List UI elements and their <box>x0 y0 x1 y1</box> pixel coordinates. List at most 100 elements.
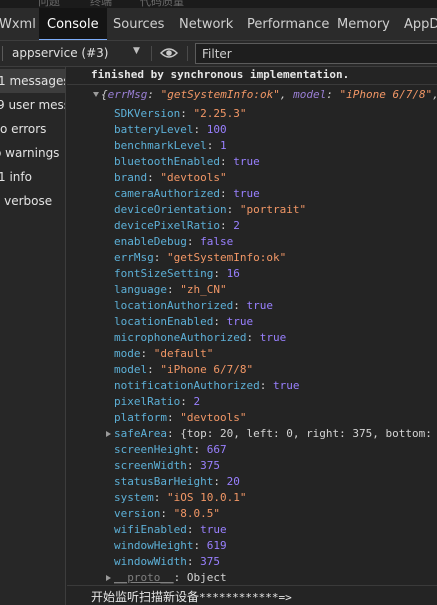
summary-key: model <box>293 88 327 101</box>
tab-network[interactable]: Network <box>179 8 233 40</box>
object-property-row: platform: "devtools" <box>114 411 247 424</box>
sidebar-item-verbose[interactable]: No verbose <box>0 189 65 213</box>
console-sidebar: 1 messages 9 user messages No errors No … <box>0 67 66 605</box>
toolbar-divider <box>187 46 188 61</box>
property-value: 375 <box>200 555 220 568</box>
property-key: screenHeight <box>114 443 194 456</box>
property-value: 20 <box>226 475 240 488</box>
property-value: true <box>246 299 273 312</box>
property-value: "zh_CN" <box>180 283 227 296</box>
eye-icon[interactable] <box>159 46 179 60</box>
object-property-row: notificationAuthorized: true <box>114 379 300 392</box>
property-value: "portrait" <box>239 203 307 216</box>
summary-value: "getSystemInfo:ok" <box>160 88 280 101</box>
property-value: Object <box>186 571 227 584</box>
console-output: finished by synchronous implementation. … <box>67 67 437 605</box>
object-property-row: locationEnabled: true <box>114 315 254 328</box>
sidebar-item-label: No warnings <box>0 146 60 160</box>
property-key: fontSizeSetting <box>114 267 214 280</box>
object-summary[interactable]: {errMsg: "getSystemInfo:ok", model: "iPh… <box>101 87 437 103</box>
summary-value: "iPhone 6/7/8" <box>339 88 433 101</box>
object-property-row: windowWidth: 375 <box>114 555 220 568</box>
property-value: 100 <box>206 123 227 136</box>
property-value: "iPhone 6/7/8" <box>160 363 254 376</box>
chevron-down-icon: ▼ <box>133 46 140 56</box>
property-value: "devtools" <box>160 171 227 184</box>
property-key: benchmarkLevel <box>114 139 207 152</box>
object-property-row: locationAuthorized: true <box>114 299 273 312</box>
property-key: system <box>114 491 154 504</box>
property-key: mode <box>114 347 141 360</box>
sidebar-item-messages[interactable]: 1 messages <box>0 69 65 93</box>
object-property-row[interactable]: safeArea: {top: 20, left: 0, right: 375,… <box>106 426 432 442</box>
property-key: microphoneAuthorized <box>114 331 247 344</box>
object-property-row: microphoneAuthorized: true <box>114 331 287 344</box>
summary-comma: , <box>279 88 294 101</box>
top-strip: 问题 终端 代码质量 <box>0 0 437 8</box>
toolbar-divider <box>151 46 152 61</box>
sidebar-item-errors[interactable]: No errors <box>0 117 65 141</box>
sidebar-item-info[interactable]: 1 info <box>0 165 65 189</box>
property-value: 2 <box>233 219 240 232</box>
property-value: 1 <box>219 139 227 152</box>
summary-brace: { <box>101 88 108 101</box>
tab-sources[interactable]: Sources <box>113 8 164 40</box>
property-key: windowHeight <box>114 539 194 552</box>
property-value: true <box>259 331 287 344</box>
tab-console[interactable]: Console <box>39 8 107 40</box>
object-property-row: batteryLevel: 100 <box>114 123 227 136</box>
property-key: locationEnabled <box>114 315 214 328</box>
toolbar-divider <box>2 46 3 61</box>
property-key: devicePixelRatio <box>114 219 220 232</box>
expand-triangle-icon[interactable] <box>93 92 99 97</box>
summary-key: errMsg <box>107 88 148 101</box>
object-property-row: pixelRatio: 2 <box>114 395 201 408</box>
property-value: {top: 20, left: 0, right: 375, bottom: <box>180 427 432 440</box>
object-property-row: enableDebug: false <box>114 235 234 248</box>
property-key: locationAuthorized <box>114 299 234 312</box>
context-selector[interactable]: appservice (#3) ▼ <box>0 41 152 66</box>
object-property-row: version: "8.0.5" <box>114 507 220 520</box>
expand-triangle-icon[interactable] <box>106 431 111 437</box>
footer-message-suffix: ************=> <box>199 591 292 604</box>
property-value: "getSystemInfo:ok" <box>167 251 287 264</box>
object-property-row: screenHeight: 667 <box>114 443 227 456</box>
object-property-row: windowHeight: 619 <box>114 539 227 552</box>
console-message-prev: finished by synchronous implementation. <box>91 68 350 81</box>
property-key: cameraAuthorized <box>114 187 220 200</box>
tab-performance[interactable]: Performance <box>247 8 329 40</box>
object-property-row: wifiEnabled: true <box>114 523 227 536</box>
property-value: false <box>200 235 234 248</box>
property-key: platform <box>114 411 167 424</box>
summary-tail: , <box>432 88 437 101</box>
expand-triangle-icon[interactable] <box>106 575 111 581</box>
console-toolbar: appservice (#3) ▼ <box>0 41 437 67</box>
sidebar-item-user-messages[interactable]: 9 user messages <box>0 93 65 117</box>
property-key: brand <box>114 171 148 184</box>
object-property-row: deviceOrientation: "portrait" <box>114 203 307 216</box>
object-property-row: mode: "default" <box>114 347 214 360</box>
object-property-row: benchmarkLevel: 1 <box>114 139 227 152</box>
property-value: "default" <box>153 347 214 360</box>
tab-appdata[interactable]: AppData <box>404 8 437 40</box>
object-property-row[interactable]: __proto__: Object <box>106 570 227 586</box>
object-property-row: language: "zh_CN" <box>114 283 227 296</box>
object-property-row: devicePixelRatio: 2 <box>114 219 240 232</box>
context-selector-label: appservice (#3) <box>12 46 109 60</box>
footer-message-text: 开始监听扫描新设备 <box>91 590 200 604</box>
property-value: 16 <box>226 267 240 280</box>
top-strip-item: 代码质量 <box>140 0 184 8</box>
console-message-footer: 开始监听扫描新设备************=> <box>67 585 437 605</box>
property-key: enableDebug <box>114 235 187 248</box>
sidebar-item-warnings[interactable]: No warnings <box>0 141 65 165</box>
object-property-row: screenWidth: 375 <box>114 459 220 472</box>
tab-memory[interactable]: Memory <box>337 8 390 40</box>
tab-wxml[interactable]: Wxml <box>0 8 36 40</box>
property-value: 619 <box>206 539 227 552</box>
object-property-row: fontSizeSetting: 16 <box>114 267 240 280</box>
property-value: 667 <box>206 443 227 456</box>
object-property-row: brand: "devtools" <box>114 171 227 184</box>
property-value: "iOS 10.0.1" <box>167 491 247 504</box>
filter-input[interactable] <box>195 43 437 64</box>
property-key: language <box>114 283 167 296</box>
